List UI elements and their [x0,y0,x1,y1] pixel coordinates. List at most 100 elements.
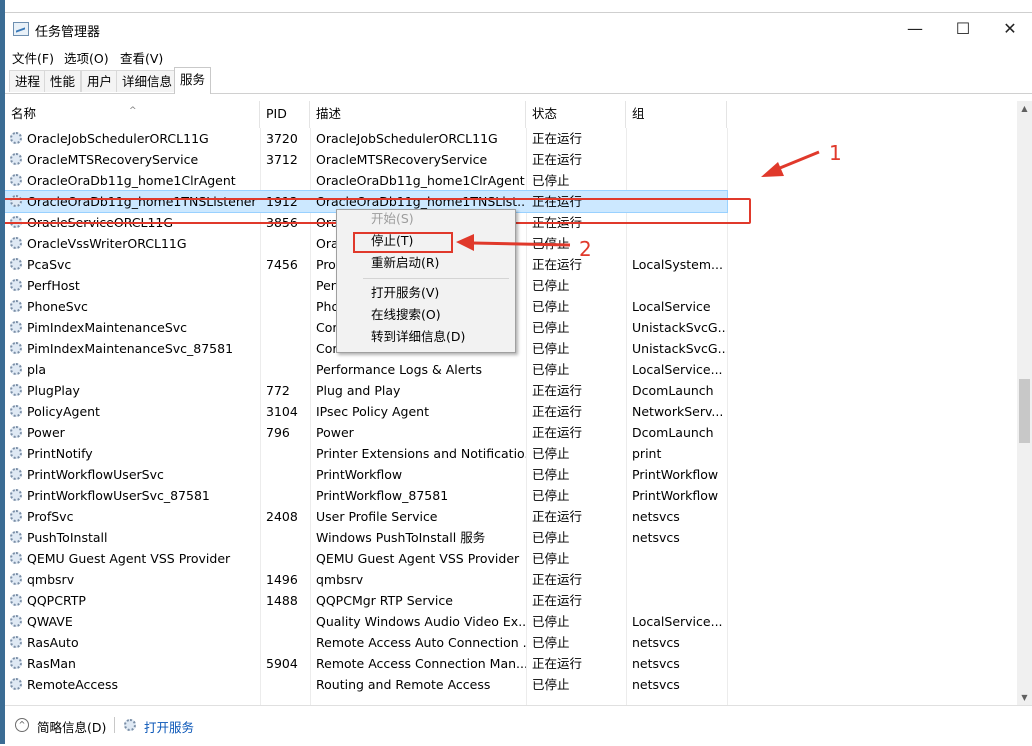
table-row[interactable]: OracleJobSchedulerORCL11G 3720 OracleJobSc… [5,128,727,149]
cell-pid: 2408 [266,509,298,524]
menu-options[interactable]: 选项(O) [64,48,109,67]
table-row[interactable]: PushToInstall Windows PushToInstall 服务 已停止… [5,527,727,548]
cell-description: Remote Access Auto Connection ... [316,635,526,650]
scroll-down-icon[interactable]: ▼ [1017,690,1032,705]
maximize-button[interactable]: ☐ [940,13,986,45]
cell-pid: 7456 [266,257,298,272]
tab-processes[interactable]: 进程 [9,70,47,92]
table-row[interactable]: QWAVE Quality Windows Audio Video Ex... 已停… [5,611,727,632]
context-menu-start[interactable]: 开始(S) [371,208,414,230]
cell-name: PrintNotify [27,446,93,461]
cell-pid: 3104 [266,404,298,419]
table-row[interactable]: RasAuto Remote Access Auto Connection ...… [5,632,727,653]
cell-description: qmbsrv [316,572,364,587]
cell-name: PimIndexMaintenanceSvc_87581 [27,341,234,356]
cell-status: 已停止 [532,635,570,650]
cell-pid [260,611,310,632]
cell-status: 正在运行 [532,257,583,272]
cell-status: 已停止 [532,677,570,692]
cell-name: OracleVssWriterORCL11G [27,236,187,251]
table-row[interactable]: QQPCRTP 1488 QQPCMgr RTP Service 正在运行 [5,590,727,611]
table-row[interactable]: OracleOraDb11g_home1ClrAgent OracleOraDb1… [5,170,727,191]
table-row[interactable]: qmbsrv 1496 qmbsrv 正在运行 [5,569,727,590]
tab-strip: 进程 性能 用户 详细信息 服务 [5,67,1032,94]
cell-pid [260,464,310,485]
table-row[interactable]: RasMan 5904 Remote Access Connection Man..… [5,653,727,674]
cell-group: netsvcs [632,530,680,545]
cell-pid [260,233,310,254]
cell-pid [260,170,310,191]
cell-pid: 5904 [266,656,298,671]
table-row[interactable]: OracleMTSRecoveryService 3712 OracleMTSRec… [5,149,727,170]
open-services-link[interactable]: 打开服务 [144,717,194,736]
table-row[interactable]: PrintNotify Printer Extensions and Notifi… [5,443,727,464]
context-menu-go-to-details[interactable]: 转到详细信息(D) [371,326,465,348]
table-row[interactable]: PlugPlay 772 Plug and Play 正在运行 DcomLaunch [5,380,727,401]
cell-group: PrintWorkflow [632,467,719,482]
cell-group [626,548,727,569]
tab-users[interactable]: 用户 [81,70,119,92]
table-row[interactable]: ProfSvc 2408 User Profile Service 正在运行 netsv… [5,506,727,527]
cell-status: 已停止 [532,488,570,503]
cell-status: 正在运行 [532,572,583,587]
table-header: 名称 ^ PID 描述 状态 组 [5,101,1017,128]
menu-view[interactable]: 查看(V) [120,48,163,67]
tab-services[interactable]: 服务 [174,67,212,94]
cell-pid: 796 [266,425,290,440]
cell-status: 已停止 [532,341,570,356]
cell-status: 已停止 [532,278,570,293]
cell-description: User Profile Service [316,509,438,524]
cell-group: PrintWorkflow [632,488,719,503]
column-header-pid[interactable]: PID [260,101,310,128]
context-menu-search-online[interactable]: 在线搜索(O) [371,304,441,326]
column-header-status[interactable]: 状态 [526,101,626,128]
table-row[interactable]: PolicyAgent 3104 IPsec Policy Agent 正在运行 Net… [5,401,727,422]
cell-group: LocalService... [632,362,723,377]
table-row[interactable]: Power 796 Power 正在运行 DcomLaunch [5,422,727,443]
cell-name: qmbsrv [27,572,75,587]
table-row[interactable]: RemoteAccess Routing and Remote Access 已停止… [5,674,727,695]
column-header-name[interactable]: 名称 ^ [5,101,260,128]
fewer-details-link[interactable]: 简略信息(D) [37,717,106,736]
column-header-group[interactable]: 组 [626,101,727,128]
cell-group [626,569,727,590]
table-row[interactable]: PrintWorkflowUserSvc_87581 PrintWorkflow_… [5,485,727,506]
scrollbar-thumb[interactable] [1019,379,1030,443]
cell-description: Printer Extensions and Notificatio... [316,446,526,461]
vertical-scrollbar[interactable]: ▲ ▼ [1017,101,1032,705]
table-row[interactable]: pla Performance Logs & Alerts 已停止 LocalServ… [5,359,727,380]
context-menu-open-services[interactable]: 打开服务(V) [371,282,439,304]
cell-pid [260,338,310,359]
title-bar: 任务管理器 — ☐ ✕ [5,13,1032,45]
cell-pid [260,527,310,548]
status-divider [114,717,115,733]
cell-description: Quality Windows Audio Video Ex... [316,614,526,629]
tab-performance[interactable]: 性能 [44,70,82,92]
cell-group: netsvcs [632,677,680,692]
context-menu: 开始(S) 停止(T) 重新启动(R) 打开服务(V) 在线搜索(O) 转到详细… [336,209,516,353]
table-row[interactable]: PrintWorkflowUserSvc PrintWorkflow 已停止 Prin… [5,464,727,485]
status-bar: ^ 简略信息(D) 打开服务 [5,705,1032,746]
column-header-description[interactable]: 描述 [310,101,526,128]
cell-group: print [632,446,662,461]
collapse-chevron-icon[interactable]: ^ [15,718,29,732]
tab-details[interactable]: 详细信息 [116,70,179,92]
menu-file[interactable]: 文件(F) [12,48,54,67]
cell-name: OracleOraDb11g_home1ClrAgent [27,173,236,188]
cell-description: Performance Logs & Alerts [316,362,482,377]
scroll-up-icon[interactable]: ▲ [1017,101,1032,116]
annotation-number-1: 1 [829,141,842,165]
cell-description: Remote Access Connection Man... [316,656,526,671]
minimize-button[interactable]: — [892,13,938,45]
cell-group: LocalService... [632,614,723,629]
sort-ascending-icon: ^ [129,106,137,116]
services-table: 名称 ^ PID 描述 状态 组 OracleJobSchedulerORCL1… [5,101,1017,705]
cell-name: RemoteAccess [27,677,119,692]
cell-group: netsvcs [632,635,680,650]
cell-status: 已停止 [532,551,570,566]
cell-pid [260,317,310,338]
close-button[interactable]: ✕ [987,13,1032,45]
table-row[interactable]: QEMU Guest Agent VSS Provider QEMU Guest … [5,548,727,569]
context-menu-restart[interactable]: 重新启动(R) [371,252,439,274]
cell-name: PimIndexMaintenanceSvc [27,320,188,335]
